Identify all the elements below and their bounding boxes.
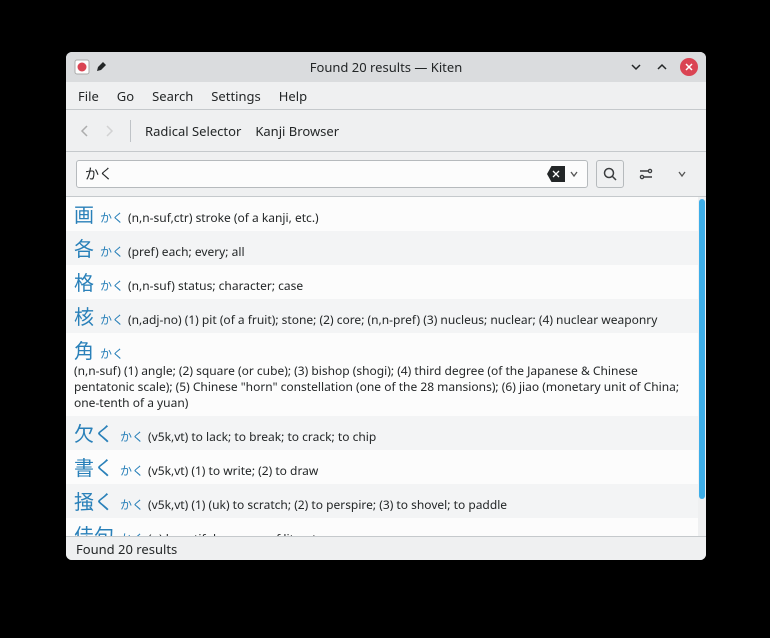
titlebar[interactable]: Found 20 results — Kiten: [66, 52, 706, 82]
options-dropdown[interactable]: [668, 160, 696, 188]
result-entry[interactable]: 格かく (n,n-suf) status; character; case: [66, 265, 698, 299]
entry-definition: (v5k,vt) to lack; to break; to crack; to…: [148, 429, 376, 445]
entry-definition: (n,adj-no) (1) pit (of a fruit); stone; …: [128, 312, 657, 328]
entry-definition: (pref) each; every; all: [128, 244, 245, 260]
app-icon: [74, 59, 90, 75]
result-entry[interactable]: 佳句かく (n) beautiful passage of literature: [66, 518, 698, 536]
clear-icon[interactable]: [547, 166, 565, 182]
result-entry[interactable]: 書くかく (v5k,vt) (1) to write; (2) to draw: [66, 450, 698, 484]
toolbar-separator: [130, 120, 131, 142]
entry-reading: かく: [100, 210, 124, 226]
entry-kanji[interactable]: 佳句: [74, 521, 114, 536]
result-entry[interactable]: 掻くかく (v5k,vt) (1) (uk) to scratch; (2) t…: [66, 484, 698, 518]
result-entry[interactable]: 角かく (n,n-suf) (1) angle; (2) square (or …: [66, 333, 698, 416]
entry-definition: (n) beautiful passage of literature: [148, 531, 335, 536]
entry-kanji[interactable]: 各: [74, 234, 94, 261]
radical-selector-button[interactable]: Radical Selector: [145, 122, 241, 140]
entry-definition: (v5k,vt) (1) (uk) to scratch; (2) to per…: [148, 497, 507, 513]
window-title: Found 20 results — Kiten: [66, 58, 706, 76]
minimize-button[interactable]: [628, 59, 644, 75]
entry-definition: (v5k,vt) (1) to write; (2) to draw: [148, 463, 318, 479]
status-bar: Found 20 results: [66, 536, 706, 560]
result-entry[interactable]: 核かく (n,adj-no) (1) pit (of a fruit); sto…: [66, 299, 698, 333]
entry-reading: かく: [120, 531, 144, 536]
menu-go[interactable]: Go: [117, 87, 134, 105]
menu-settings[interactable]: Settings: [211, 87, 260, 105]
filter-button[interactable]: [632, 160, 660, 188]
entry-reading: かく: [120, 463, 144, 479]
search-history-dropdown[interactable]: [565, 169, 583, 179]
results-list[interactable]: 画かく (n,n-suf,ctr) stroke (of a kanji, et…: [66, 197, 698, 536]
entry-reading: かく: [100, 312, 124, 328]
entry-definition: (n,n-suf) (1) angle; (2) square (or cube…: [74, 363, 690, 412]
menu-help[interactable]: Help: [279, 87, 307, 105]
result-entry[interactable]: 各かく (pref) each; every; all: [66, 231, 698, 265]
entry-reading: かく: [100, 278, 124, 294]
entry-reading: かく: [100, 244, 124, 260]
kanji-browser-button[interactable]: Kanji Browser: [255, 122, 339, 140]
results-area: 画かく (n,n-suf,ctr) stroke (of a kanji, et…: [66, 197, 706, 536]
result-entry[interactable]: 欠くかく (v5k,vt) to lack; to break; to crac…: [66, 416, 698, 450]
status-text: Found 20 results: [76, 540, 177, 558]
close-button[interactable]: [680, 58, 698, 76]
entry-kanji[interactable]: 掻く: [74, 487, 114, 514]
menubar: File Go Search Settings Help: [66, 82, 706, 110]
entry-reading: かく: [120, 429, 144, 445]
menu-search[interactable]: Search: [152, 87, 193, 105]
entry-kanji[interactable]: 核: [74, 302, 94, 329]
search-button[interactable]: [596, 160, 624, 188]
result-entry[interactable]: 画かく (n,n-suf,ctr) stroke (of a kanji, et…: [66, 197, 698, 231]
scrollbar[interactable]: [698, 197, 706, 536]
menu-file[interactable]: File: [78, 87, 99, 105]
entry-kanji[interactable]: 画: [74, 200, 94, 227]
entry-kanji[interactable]: 角: [74, 336, 94, 363]
entry-kanji[interactable]: 書く: [74, 453, 114, 480]
pin-icon[interactable]: [96, 60, 110, 74]
entry-definition: (n,n-suf,ctr) stroke (of a kanji, etc.): [128, 210, 319, 226]
entry-reading: かく: [100, 346, 124, 362]
entry-definition: (n,n-suf) status; character; case: [128, 278, 303, 294]
forward-button[interactable]: [102, 124, 116, 138]
maximize-button[interactable]: [654, 59, 670, 75]
scroll-thumb[interactable]: [699, 199, 705, 499]
app-window: Found 20 results — Kiten File Go Search …: [66, 52, 706, 560]
search-input-wrap: [76, 160, 588, 188]
search-input[interactable]: [85, 165, 547, 184]
back-button[interactable]: [78, 124, 92, 138]
entry-kanji[interactable]: 欠く: [74, 419, 114, 446]
entry-kanji[interactable]: 格: [74, 268, 94, 295]
toolbar: Radical Selector Kanji Browser: [66, 110, 706, 152]
search-bar: [66, 152, 706, 197]
entry-reading: かく: [120, 497, 144, 513]
